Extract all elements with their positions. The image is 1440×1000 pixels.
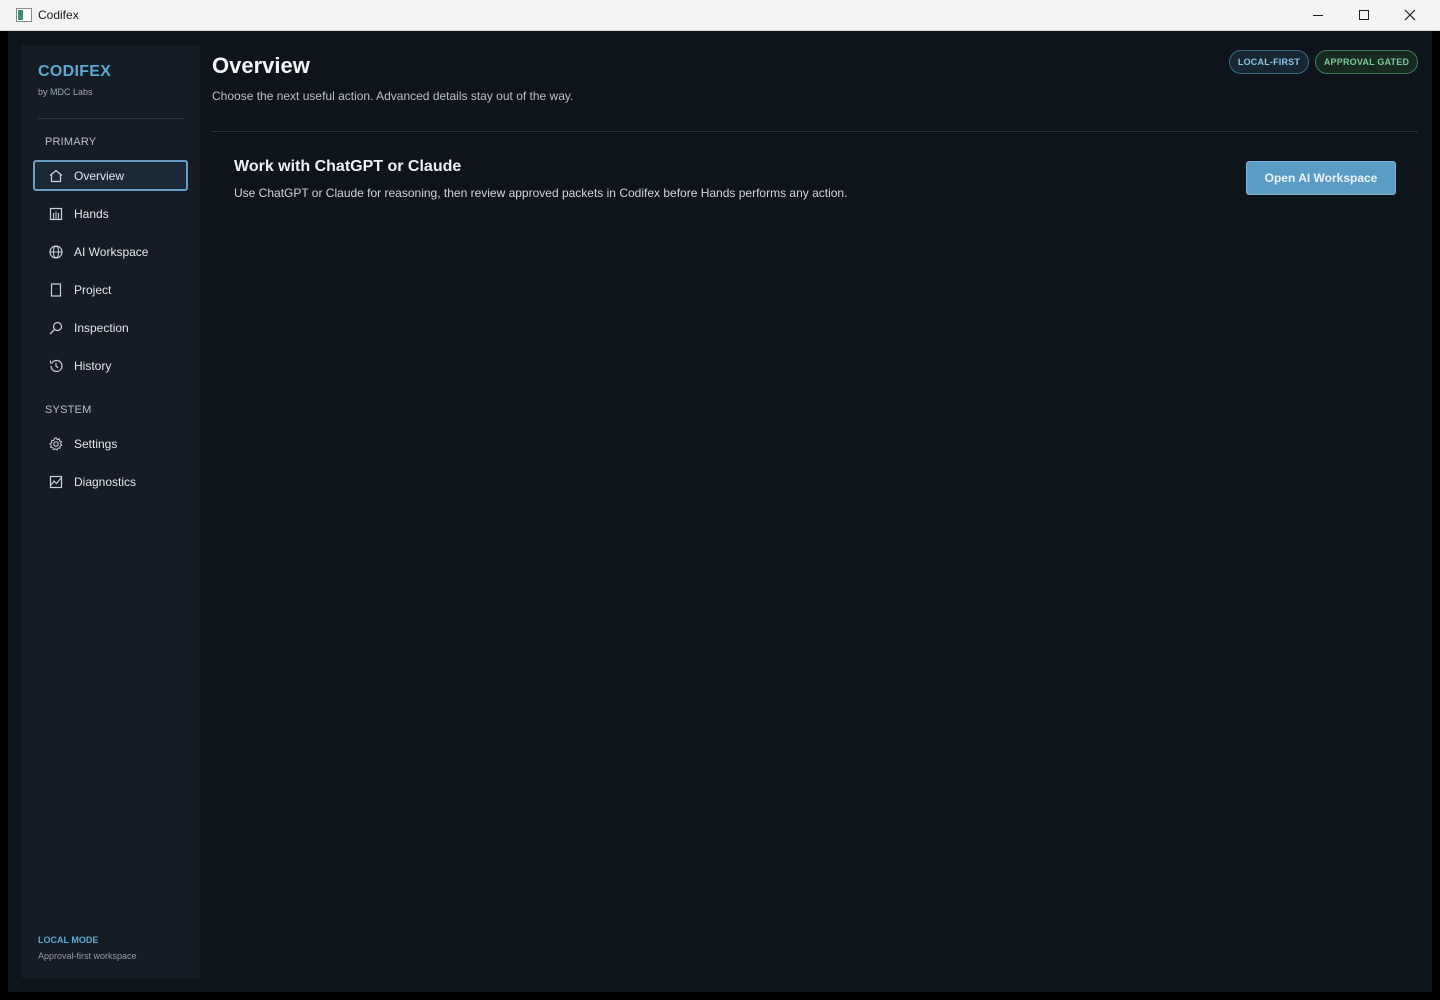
gear-icon <box>48 436 64 452</box>
open-ai-workspace-button[interactable]: Open AI Workspace <box>1246 161 1396 195</box>
sidebar-item-label: Settings <box>74 436 118 451</box>
sidebar-item-label: Inspection <box>74 320 129 335</box>
sidebar-item-label: Overview <box>74 168 125 183</box>
page-subtitle: Choose the next useful action. Advanced … <box>212 89 574 103</box>
footer-mode-description: Approval-first workspace <box>38 951 137 961</box>
sidebar-item-label: Project <box>74 282 112 297</box>
search-icon <box>48 320 64 336</box>
brand-divider <box>38 118 184 119</box>
sidebar-item-diagnostics[interactable]: Diagnostics <box>33 466 188 497</box>
close-icon <box>1404 9 1416 21</box>
app-window: CODIFEX by MDC Labs PRIMARY Overview Han… <box>8 31 1432 992</box>
page-title: Overview <box>212 53 310 78</box>
section-label-primary: PRIMARY <box>45 136 97 148</box>
home-icon <box>48 168 64 184</box>
close-button[interactable] <box>1387 0 1433 30</box>
brand-name: CODIFEX <box>38 63 112 80</box>
sidebar-item-label: Diagnostics <box>74 474 137 489</box>
status-badge-approval-gated: APPROVAL GATED <box>1315 50 1418 74</box>
sidebar-item-label: History <box>74 358 112 373</box>
footer-mode-label: LOCAL MODE <box>38 935 99 945</box>
sidebar-item-hands[interactable]: Hands <box>33 198 188 229</box>
window-title: Codifex <box>38 8 79 22</box>
globe-icon <box>48 244 64 260</box>
sidebar-item-project[interactable]: Project <box>33 274 188 305</box>
minimize-icon <box>1313 14 1323 16</box>
window-titlebar: Codifex <box>0 0 1440 31</box>
sidebar-item-label: AI Workspace <box>74 244 149 259</box>
sidebar-item-settings[interactable]: Settings <box>33 428 188 459</box>
sidebar-item-label: Hands <box>74 206 109 221</box>
brand-subtitle: by MDC Labs <box>38 87 93 97</box>
sidebar-item-history[interactable]: History <box>33 350 188 381</box>
sidebar: CODIFEX by MDC Labs PRIMARY Overview Han… <box>22 45 200 978</box>
history-icon <box>48 358 64 374</box>
minimize-button[interactable] <box>1295 0 1341 30</box>
status-badge-local-first: LOCAL-FIRST <box>1229 50 1309 74</box>
sidebar-item-overview[interactable]: Overview <box>33 160 188 191</box>
sidebar-item-inspection[interactable]: Inspection <box>33 312 188 343</box>
sidebar-item-ai-workspace[interactable]: AI Workspace <box>33 236 188 267</box>
app-icon <box>16 8 32 22</box>
document-icon <box>48 282 64 298</box>
header-divider <box>212 131 1418 132</box>
diagnostics-icon <box>48 474 64 490</box>
section-label-system: SYSTEM <box>45 404 92 416</box>
hands-icon <box>48 206 64 222</box>
brand: CODIFEX by MDC Labs <box>38 63 111 97</box>
card-description: Use ChatGPT or Claude for reasoning, the… <box>234 186 848 200</box>
card-title: Work with ChatGPT or Claude <box>234 158 462 175</box>
maximize-button[interactable] <box>1341 0 1387 30</box>
maximize-icon <box>1359 10 1369 20</box>
